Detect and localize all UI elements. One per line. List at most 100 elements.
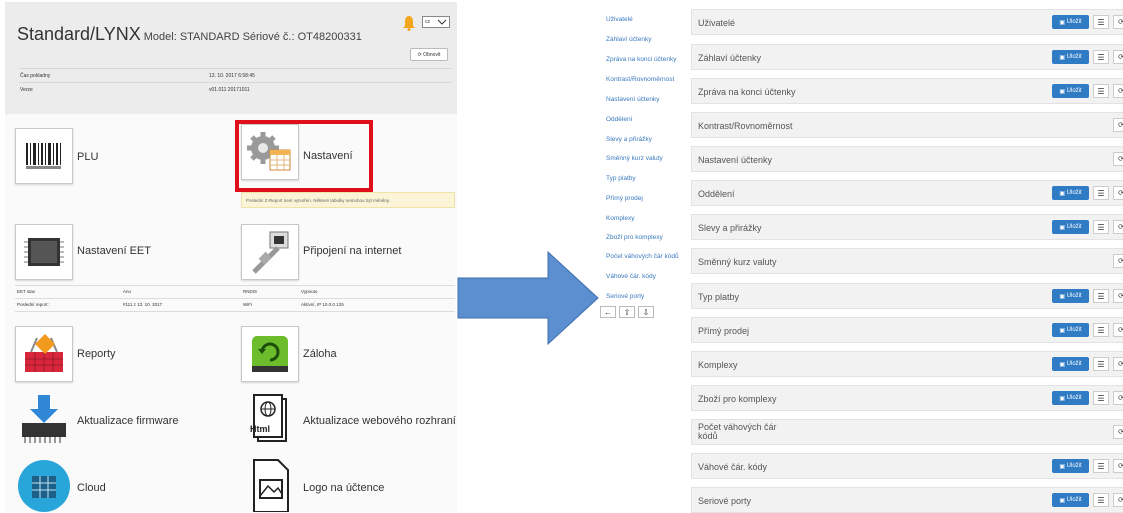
plu-label[interactable]: PLU bbox=[77, 151, 98, 163]
plu-tile-icon[interactable] bbox=[15, 128, 73, 184]
web-tile-icon[interactable]: Html bbox=[241, 392, 299, 448]
list-icon[interactable]: ☰ bbox=[1093, 220, 1109, 234]
settings-row-complex-goods: Zboží pro komplexy ▣ Uložit ☰ ⟳ bbox=[691, 385, 1123, 411]
refresh-icon[interactable]: ⟳ bbox=[1113, 220, 1123, 234]
save-button[interactable]: ▣ Uložit bbox=[1052, 15, 1089, 29]
bell-icon[interactable] bbox=[402, 15, 416, 31]
list-icon[interactable]: ☰ bbox=[1093, 50, 1109, 64]
firmware-tile-icon[interactable] bbox=[15, 392, 73, 448]
save-icon: ▣ bbox=[1059, 54, 1067, 61]
nav-item-direct-sale[interactable]: Přímý prodej bbox=[606, 195, 643, 202]
wifi-label: WiFi bbox=[243, 302, 252, 307]
refresh-icon[interactable]: ⟳ bbox=[1113, 459, 1123, 473]
barcode-icon bbox=[26, 143, 61, 169]
nav-item-exchange-rate[interactable]: Směnný kurz valuty bbox=[606, 155, 663, 162]
eet-label[interactable]: Nastavení EET bbox=[77, 245, 151, 257]
nav-item-payment-type[interactable]: Typ platby bbox=[606, 175, 636, 182]
refresh-icon[interactable]: ⟳ bbox=[1113, 84, 1123, 98]
settings-row-exchange-rate: Směnný kurz valuty ⟳ bbox=[691, 248, 1123, 274]
back-arrow-icon[interactable]: ← bbox=[600, 306, 616, 318]
nav-item-complex-goods[interactable]: Zboží pro komplexy bbox=[606, 234, 663, 241]
rndis-label: RNDIS bbox=[243, 289, 258, 294]
list-icon[interactable]: ☰ bbox=[1093, 357, 1109, 371]
reports-label[interactable]: Reporty bbox=[77, 348, 116, 360]
list-icon[interactable]: ☰ bbox=[1093, 459, 1109, 473]
save-label: Uložit bbox=[1066, 190, 1082, 196]
language-select[interactable]: cz bbox=[422, 16, 450, 28]
list-icon[interactable]: ☰ bbox=[1093, 391, 1109, 405]
image-file-icon bbox=[253, 459, 289, 512]
save-button[interactable]: ▣ Uložit bbox=[1052, 50, 1089, 64]
refresh-icon[interactable]: ⟳ bbox=[1113, 186, 1123, 200]
nav-item-complexes[interactable]: Komplexy bbox=[606, 215, 635, 222]
internet-label[interactable]: Připojení na internet bbox=[303, 245, 401, 257]
download-icon[interactable]: ⇩ bbox=[638, 306, 654, 318]
nav-item-serial-ports[interactable]: Seriové porty bbox=[606, 293, 644, 300]
device-model: Model: STANDARD Sériové č.: OT48200331 bbox=[143, 31, 362, 43]
refresh-icon[interactable]: ⟳ bbox=[1113, 289, 1123, 303]
save-label: Uložit bbox=[1066, 497, 1082, 503]
backup-tile-icon[interactable] bbox=[241, 326, 299, 382]
internet-tile-icon[interactable] bbox=[241, 224, 299, 280]
save-button[interactable]: ▣ Uložit bbox=[1052, 391, 1089, 405]
reports-tile-icon[interactable] bbox=[15, 326, 73, 382]
row-label-line2: kódů bbox=[698, 431, 718, 441]
save-button[interactable]: ▣ Uložit bbox=[1052, 220, 1089, 234]
save-button[interactable]: ▣ Uložit bbox=[1052, 186, 1089, 200]
nav-item-receipt-footer[interactable]: Zpráva na konci účtenky bbox=[606, 56, 676, 63]
firmware-label[interactable]: Aktualizace firmware bbox=[77, 415, 178, 427]
save-button[interactable]: ▣ Uložit bbox=[1052, 357, 1089, 371]
nav-item-users[interactable]: Uživatelé bbox=[606, 16, 633, 23]
refresh-icon[interactable]: ⟳ bbox=[1113, 425, 1123, 439]
list-icon[interactable]: ☰ bbox=[1093, 289, 1109, 303]
save-button[interactable]: ▣ Uložit bbox=[1052, 84, 1089, 98]
nav-item-contrast[interactable]: Kontrast/Rovnoměrnost bbox=[606, 76, 674, 83]
refresh-button[interactable]: ⟳ Obnovit bbox=[410, 48, 448, 61]
save-icon: ▣ bbox=[1059, 395, 1067, 402]
row-label: Typ platby bbox=[698, 292, 740, 302]
info-row-time: Čas pokladny 13. 10. 2017 6:58:45 bbox=[19, 68, 451, 83]
list-icon[interactable]: ☰ bbox=[1093, 186, 1109, 200]
list-icon[interactable]: ☰ bbox=[1093, 15, 1109, 29]
nav-item-receipt-settings[interactable]: Nastavení účtenky bbox=[606, 96, 659, 103]
row-label: Směnný kurz valuty bbox=[698, 257, 777, 267]
list-icon[interactable]: ☰ bbox=[1093, 84, 1109, 98]
save-button[interactable]: ▣ Uložit bbox=[1052, 289, 1089, 303]
refresh-icon[interactable]: ⟳ bbox=[1113, 15, 1123, 29]
save-icon: ▣ bbox=[1059, 88, 1067, 95]
row-label: Nastavení účtenky bbox=[698, 155, 773, 165]
eet-tile-icon[interactable] bbox=[15, 224, 73, 280]
cloud-tile-icon[interactable] bbox=[15, 458, 73, 512]
row-label: Přímý prodej bbox=[698, 326, 750, 336]
refresh-icon[interactable]: ⟳ bbox=[1113, 391, 1123, 405]
logo-label[interactable]: Logo na účtence bbox=[303, 482, 384, 494]
chevron-down-icon bbox=[437, 19, 447, 25]
web-label[interactable]: Aktualizace webového rozhraní bbox=[303, 415, 456, 427]
refresh-icon[interactable]: ⟳ bbox=[1113, 50, 1123, 64]
refresh-icon[interactable]: ⟳ bbox=[1113, 152, 1123, 166]
info-value: v01.011 20171011 bbox=[209, 87, 250, 93]
refresh-icon[interactable]: ⟳ bbox=[1113, 357, 1123, 371]
nav-item-weight-barcodes[interactable]: Váhové čár. kódy bbox=[606, 273, 656, 280]
list-icon[interactable]: ☰ bbox=[1093, 493, 1109, 507]
nav-item-discounts[interactable]: Slevy a přirážky bbox=[606, 136, 652, 143]
save-button[interactable]: ▣ Uložit bbox=[1052, 459, 1089, 473]
list-icon[interactable]: ☰ bbox=[1093, 323, 1109, 337]
save-button[interactable]: ▣ Uložit bbox=[1052, 493, 1089, 507]
nav-item-weight-barcode-count[interactable]: Počet váhových čár kódů bbox=[606, 253, 679, 260]
cloud-label[interactable]: Cloud bbox=[77, 482, 106, 494]
refresh-icon[interactable]: ⟳ bbox=[1113, 493, 1123, 507]
refresh-icon[interactable]: ⟳ bbox=[1113, 118, 1123, 132]
save-button[interactable]: ▣ Uložit bbox=[1052, 323, 1089, 337]
save-icon: ▣ bbox=[1059, 190, 1067, 197]
save-label: Uložit bbox=[1066, 88, 1082, 94]
logo-tile-icon[interactable] bbox=[241, 458, 299, 512]
upload-icon[interactable]: ⇧ bbox=[619, 306, 635, 318]
refresh-icon[interactable]: ⟳ bbox=[1113, 254, 1123, 268]
nav-item-departments[interactable]: Oddělení bbox=[606, 116, 632, 123]
refresh-icon[interactable]: ⟳ bbox=[1113, 323, 1123, 337]
nav-item-receipt-header[interactable]: Záhlaví účtenky bbox=[606, 36, 652, 43]
backup-label[interactable]: Záloha bbox=[303, 348, 337, 360]
save-label: Uložit bbox=[1066, 395, 1082, 401]
row-label: Zpráva na konci účtenky bbox=[698, 87, 796, 97]
